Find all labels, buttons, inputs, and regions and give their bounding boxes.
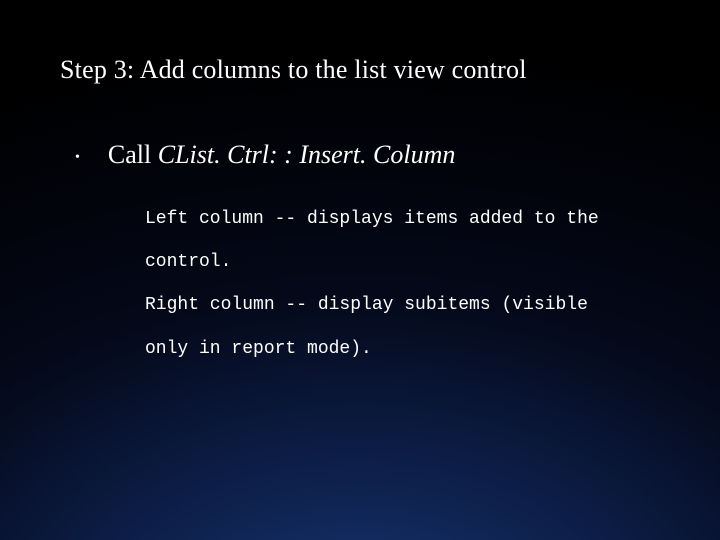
bullet-text: Call CList. Ctrl: : Insert. Column [108,140,455,170]
slide: Step 3: Add columns to the list view con… [0,0,720,540]
method-name: CList. Ctrl: : Insert. Column [158,140,456,169]
call-label: Call [108,140,158,169]
subtext-line-2: Right column -- display subitems (visibl… [145,284,620,370]
sub-body: Left column -- displays items added to t… [145,198,620,371]
slide-title: Step 3: Add columns to the list view con… [60,55,660,85]
bullet-item: • Call CList. Ctrl: : Insert. Column [75,140,660,170]
subtext-line-1: Left column -- displays items added to t… [145,198,620,284]
bullet-dot-icon: • [75,151,80,165]
